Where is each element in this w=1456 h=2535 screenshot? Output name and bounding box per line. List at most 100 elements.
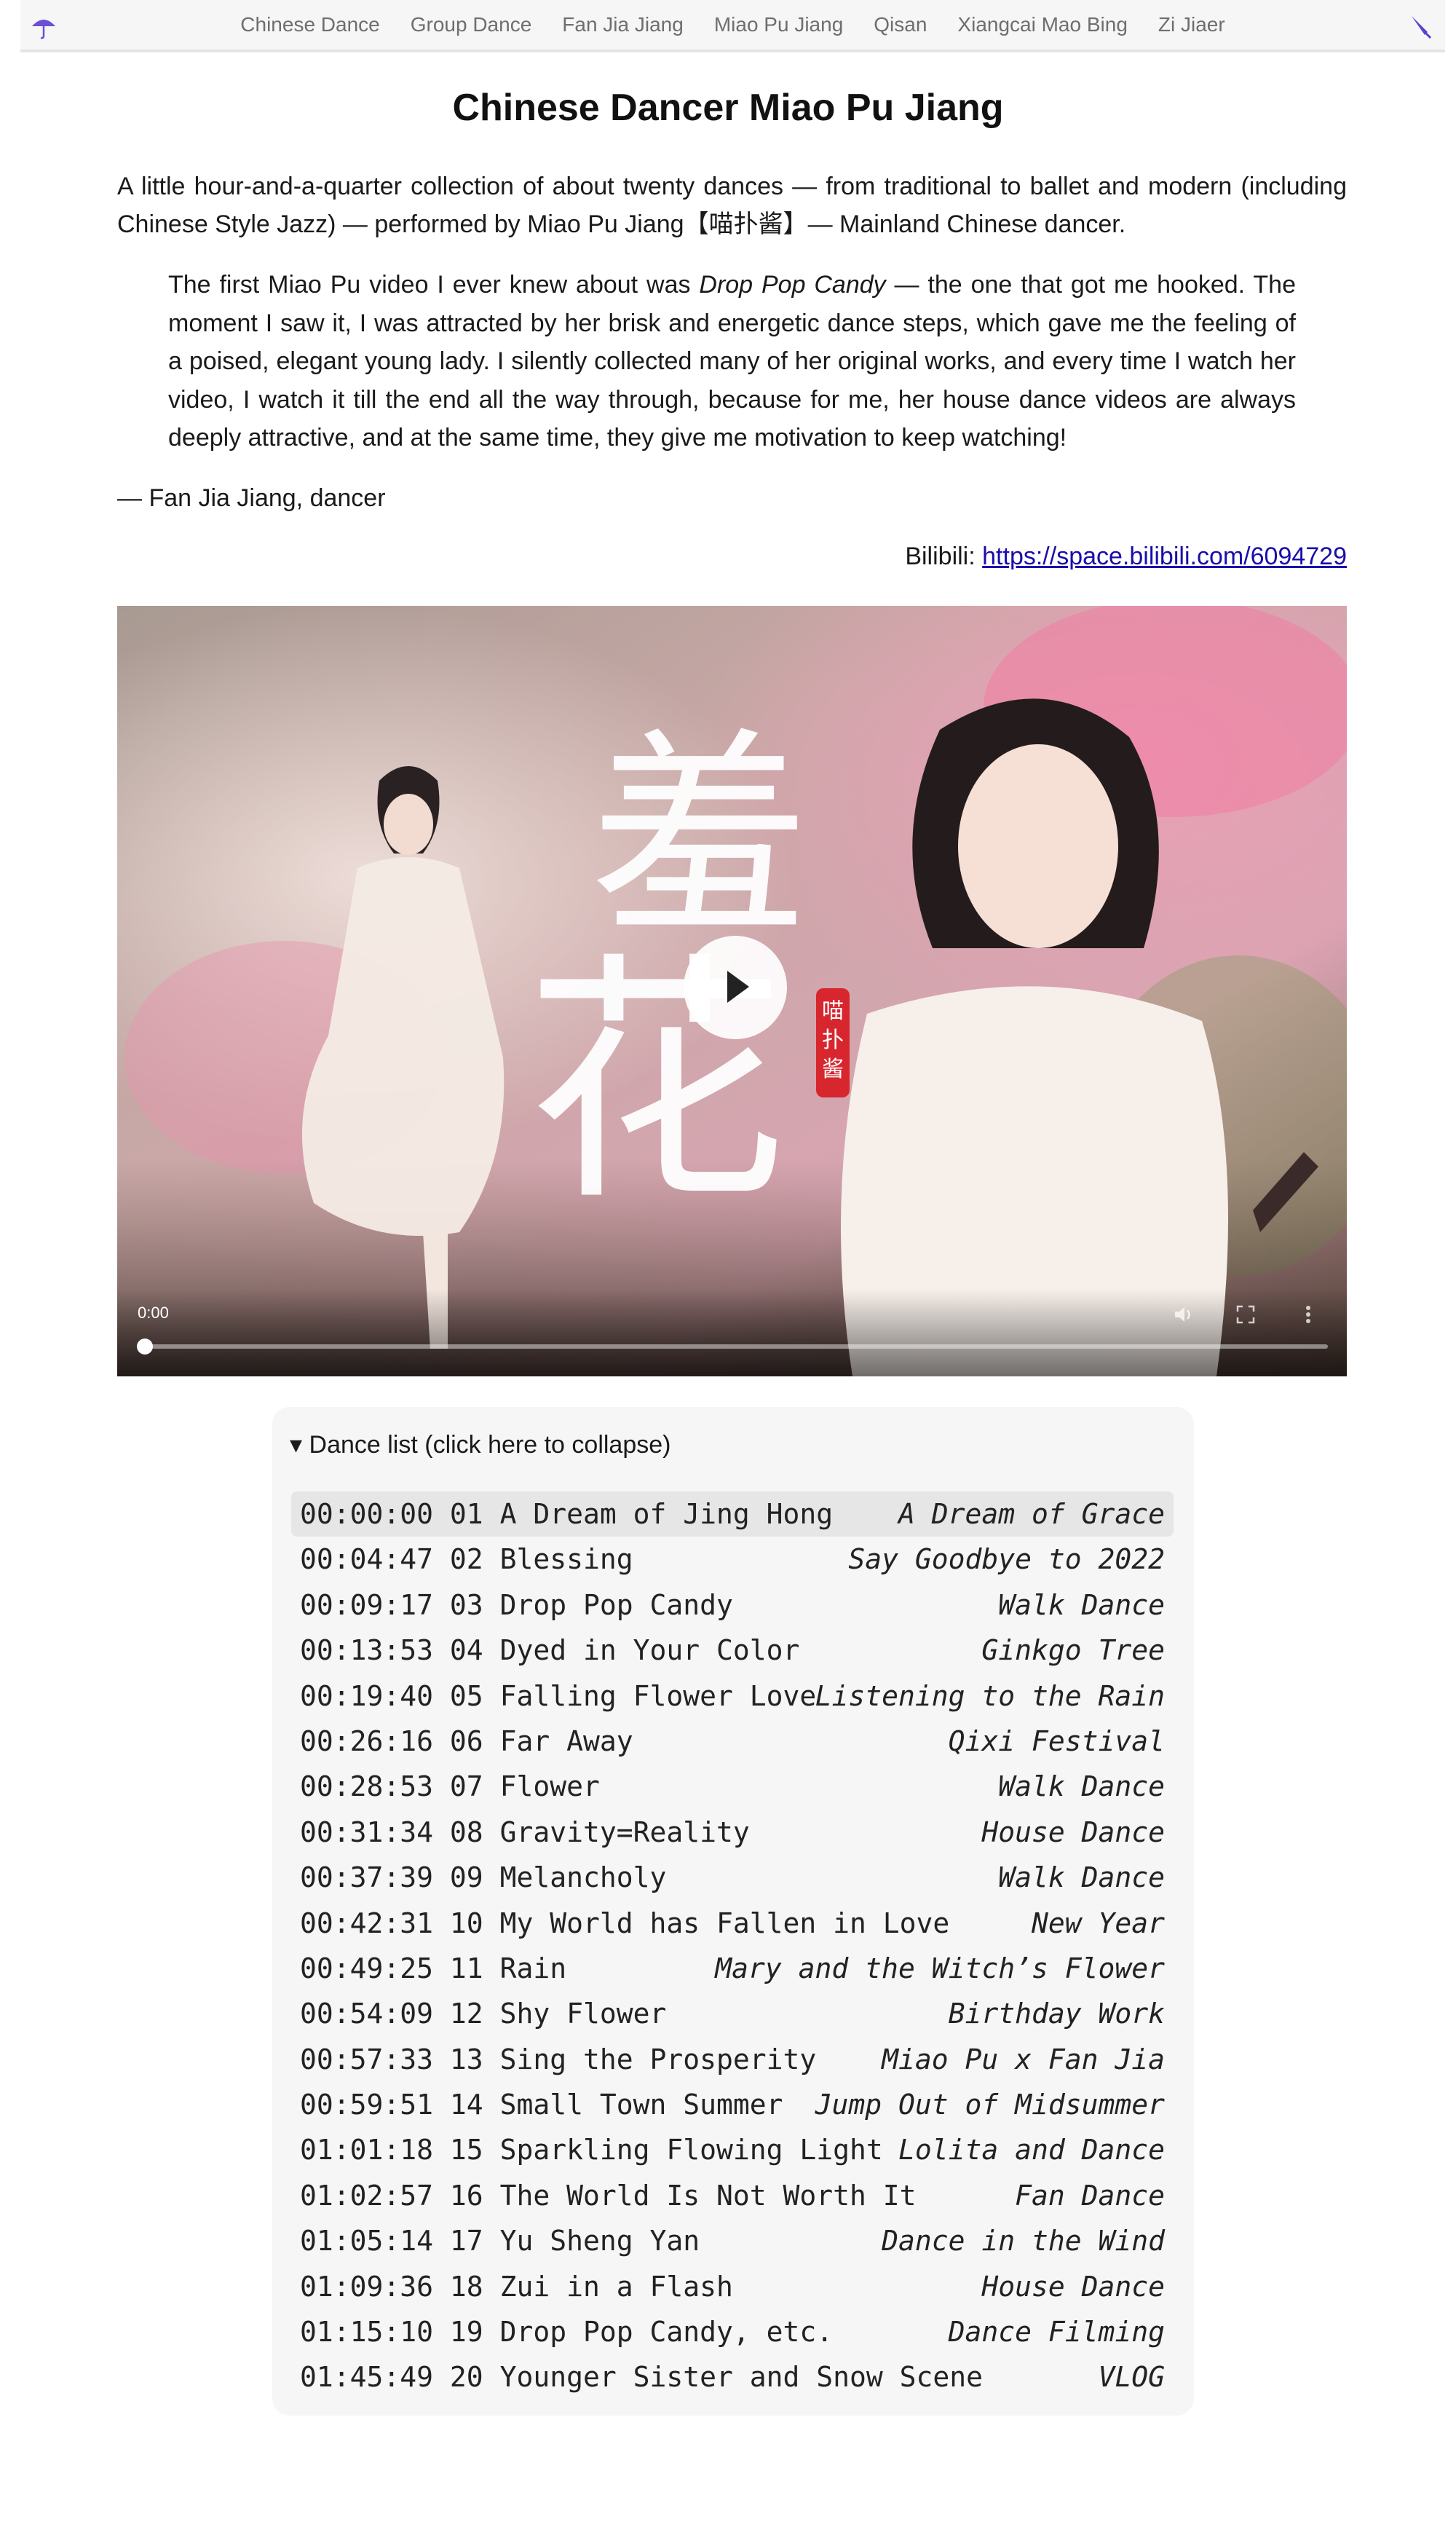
- nav-links: Chinese Dance Group Dance Fan Jia Jiang …: [20, 0, 1445, 50]
- dance-list-item[interactable]: 00:26:16 06 Far Away Qixi Festival: [291, 1719, 1174, 1764]
- dance-title: Blessing: [499, 1543, 633, 1576]
- timestamp: 00:00:00: [300, 1498, 434, 1530]
- dance-list-item[interactable]: 00:54:09 12 Shy Flower Birthday Work: [291, 1991, 1174, 2036]
- track-number: 02: [449, 1543, 483, 1576]
- dance-note: Dance in the Wind: [882, 2225, 1165, 2258]
- track-number: 10: [449, 1907, 483, 1939]
- timestamp: 00:09:17: [300, 1588, 434, 1621]
- volume-icon[interactable]: [1172, 1304, 1194, 1325]
- bilibili-link[interactable]: https://space.bilibili.com/6094729: [982, 543, 1347, 570]
- dance-list-item[interactable]: 00:09:17 03 Drop Pop Candy Walk Dance: [291, 1582, 1174, 1628]
- bilibili-line: Bilibili: https://space.bilibili.com/609…: [905, 539, 1347, 574]
- dance-title: Younger Sister and Snow Scene: [499, 2361, 984, 2394]
- timestamp: 00:28:53: [300, 1770, 434, 1803]
- dance-list-item[interactable]: 00:19:40 05 Falling Flower Love Listenin…: [291, 1673, 1174, 1719]
- dance-title: Far Away: [499, 1724, 633, 1757]
- play-button[interactable]: [684, 936, 787, 1039]
- closed-umbrella-icon[interactable]: [1406, 12, 1435, 41]
- dance-list-item[interactable]: 00:59:51 14 Small Town Summer Jump Out o…: [291, 2082, 1174, 2127]
- dance-list-item[interactable]: 00:04:47 02 Blessing Say Goodbye to 2022: [291, 1537, 1174, 1582]
- dance-title: The World Is Not Worth It: [499, 2179, 917, 2212]
- timestamp: 00:54:09: [300, 1998, 434, 2030]
- timestamp: 01:01:18: [300, 2134, 434, 2167]
- timestamp: 00:19:40: [300, 1679, 434, 1712]
- track-number: 19: [449, 2316, 483, 2349]
- track-number: 08: [449, 1815, 483, 1848]
- dance-title: Flower: [499, 1770, 600, 1803]
- dance-title: Falling Flower Love: [499, 1679, 817, 1712]
- dance-note: Listening to the Rain: [815, 1679, 1165, 1712]
- video-progress-track[interactable]: [138, 1344, 1328, 1349]
- dance-note: House Dance: [981, 1815, 1165, 1848]
- dance-list-item[interactable]: 00:31:34 08 Gravity=Reality House Dance: [291, 1810, 1174, 1855]
- dance-note: Dance Filming: [948, 2316, 1165, 2349]
- timestamp: 00:31:34: [300, 1815, 434, 1848]
- dance-list-item[interactable]: 00:57:33 13 Sing the Prosperity Miao Pu …: [291, 2037, 1174, 2082]
- track-number: 06: [449, 1724, 483, 1757]
- dance-list-item[interactable]: 00:00:00 01 A Dream of Jing Hong A Dream…: [291, 1491, 1174, 1537]
- dance-note: Fan Dance: [1015, 2179, 1165, 2212]
- dance-list-item[interactable]: 01:05:14 17 Yu Sheng Yan Dance in the Wi…: [291, 2218, 1174, 2263]
- dance-note: Say Goodbye to 2022: [848, 1543, 1165, 1576]
- dance-list-item[interactable]: 01:15:10 19 Drop Pop Candy, etc. Dance F…: [291, 2309, 1174, 2354]
- track-number: 20: [449, 2361, 483, 2394]
- dance-note: Mary and the Witch’s Flower: [715, 1952, 1165, 1984]
- dance-list-item[interactable]: 01:02:57 16 The World Is Not Worth It Fa…: [291, 2173, 1174, 2218]
- nav-link-xiangcai-mao-bing[interactable]: Xiangcai Mao Bing: [957, 13, 1127, 36]
- dance-list-toggle[interactable]: ▾ Dance list (click here to collapse): [290, 1427, 670, 1462]
- timestamp: 00:26:16: [300, 1724, 434, 1757]
- timestamp: 01:05:14: [300, 2225, 434, 2258]
- video-progress-thumb[interactable]: [137, 1339, 153, 1355]
- nav-link-miao-pu-jiang[interactable]: Miao Pu Jiang: [714, 13, 843, 36]
- dance-list-item[interactable]: 01:45:49 20 Younger Sister and Snow Scen…: [291, 2354, 1174, 2400]
- timestamp: 00:04:47: [300, 1543, 434, 1576]
- track-number: 01: [449, 1498, 483, 1530]
- track-number: 04: [449, 1634, 483, 1667]
- dance-list-item[interactable]: 01:01:18 15 Sparkling Flowing Light Loli…: [291, 2127, 1174, 2172]
- dance-note: Miao Pu x Fan Jia: [882, 2043, 1165, 2075]
- dance-list-item[interactable]: 00:37:39 09 Melancholy Walk Dance: [291, 1855, 1174, 1900]
- nav-link-qisan[interactable]: Qisan: [874, 13, 927, 36]
- nav-link-zi-jiaer[interactable]: Zi Jiaer: [1158, 13, 1225, 36]
- dance-note: Walk Dance: [998, 1861, 1165, 1894]
- dance-list-item[interactable]: 00:42:31 10 My World has Fallen in Love …: [291, 1901, 1174, 1946]
- track-number: 18: [449, 2270, 483, 2303]
- nav-link-chinese-dance[interactable]: Chinese Dance: [240, 13, 379, 36]
- dance-note: Birthday Work: [948, 1998, 1165, 2030]
- track-number: 15: [449, 2134, 483, 2167]
- page-title: Chinese Dancer Miao Pu Jiang: [452, 87, 1004, 129]
- nav-link-group-dance[interactable]: Group Dance: [411, 13, 532, 36]
- track-number: 12: [449, 1998, 483, 2030]
- fullscreen-icon[interactable]: [1235, 1304, 1257, 1325]
- dance-list-item[interactable]: 00:49:25 11 Rain Mary and the Witch’s Fl…: [291, 1946, 1174, 1991]
- dance-list-item[interactable]: 01:09:36 18 Zui in a Flash House Dance: [291, 2264, 1174, 2309]
- timestamp: 00:13:53: [300, 1634, 434, 1667]
- dance-title: A Dream of Jing Hong: [499, 1498, 834, 1530]
- dance-list-rows: 00:00:00 01 A Dream of Jing Hong A Dream…: [291, 1491, 1174, 2400]
- dance-title: Shy Flower: [499, 1998, 667, 2030]
- dance-list-item[interactable]: 00:28:53 07 Flower Walk Dance: [291, 1764, 1174, 1809]
- dance-note: A Dream of Grace: [898, 1498, 1165, 1530]
- dance-note: Qixi Festival: [948, 1724, 1165, 1757]
- dance-title: Sparkling Flowing Light: [499, 2134, 883, 2167]
- video-controls: [117, 1289, 1347, 1376]
- top-navbar: Chinese Dance Group Dance Fan Jia Jiang …: [20, 0, 1445, 52]
- track-number: 11: [449, 1952, 483, 1984]
- dance-title: Yu Sheng Yan: [499, 2225, 700, 2258]
- nav-link-fan-jia-jiang[interactable]: Fan Jia Jiang: [562, 13, 684, 36]
- dance-list-item[interactable]: 00:13:53 04 Dyed in Your Color Ginkgo Tr…: [291, 1628, 1174, 1673]
- timestamp: 00:59:51: [300, 2089, 434, 2121]
- dance-title: My World has Fallen in Love: [499, 1907, 950, 1939]
- dance-title: Melancholy: [499, 1861, 667, 1894]
- video-time: 0:00: [138, 1304, 169, 1322]
- dance-title: Zui in a Flash: [499, 2270, 733, 2303]
- more-options-icon[interactable]: [1297, 1304, 1319, 1325]
- quote-block: The first Miao Pu video I ever knew abou…: [168, 266, 1296, 457]
- timestamp: 00:57:33: [300, 2043, 434, 2075]
- dance-title: Drop Pop Candy, etc.: [499, 2316, 834, 2349]
- dance-title: Dyed in Your Color: [499, 1634, 800, 1667]
- dance-note: New Year: [1031, 1907, 1165, 1939]
- track-number: 17: [449, 2225, 483, 2258]
- dance-note: Walk Dance: [998, 1588, 1165, 1621]
- dance-note: Lolita and Dance: [898, 2134, 1165, 2167]
